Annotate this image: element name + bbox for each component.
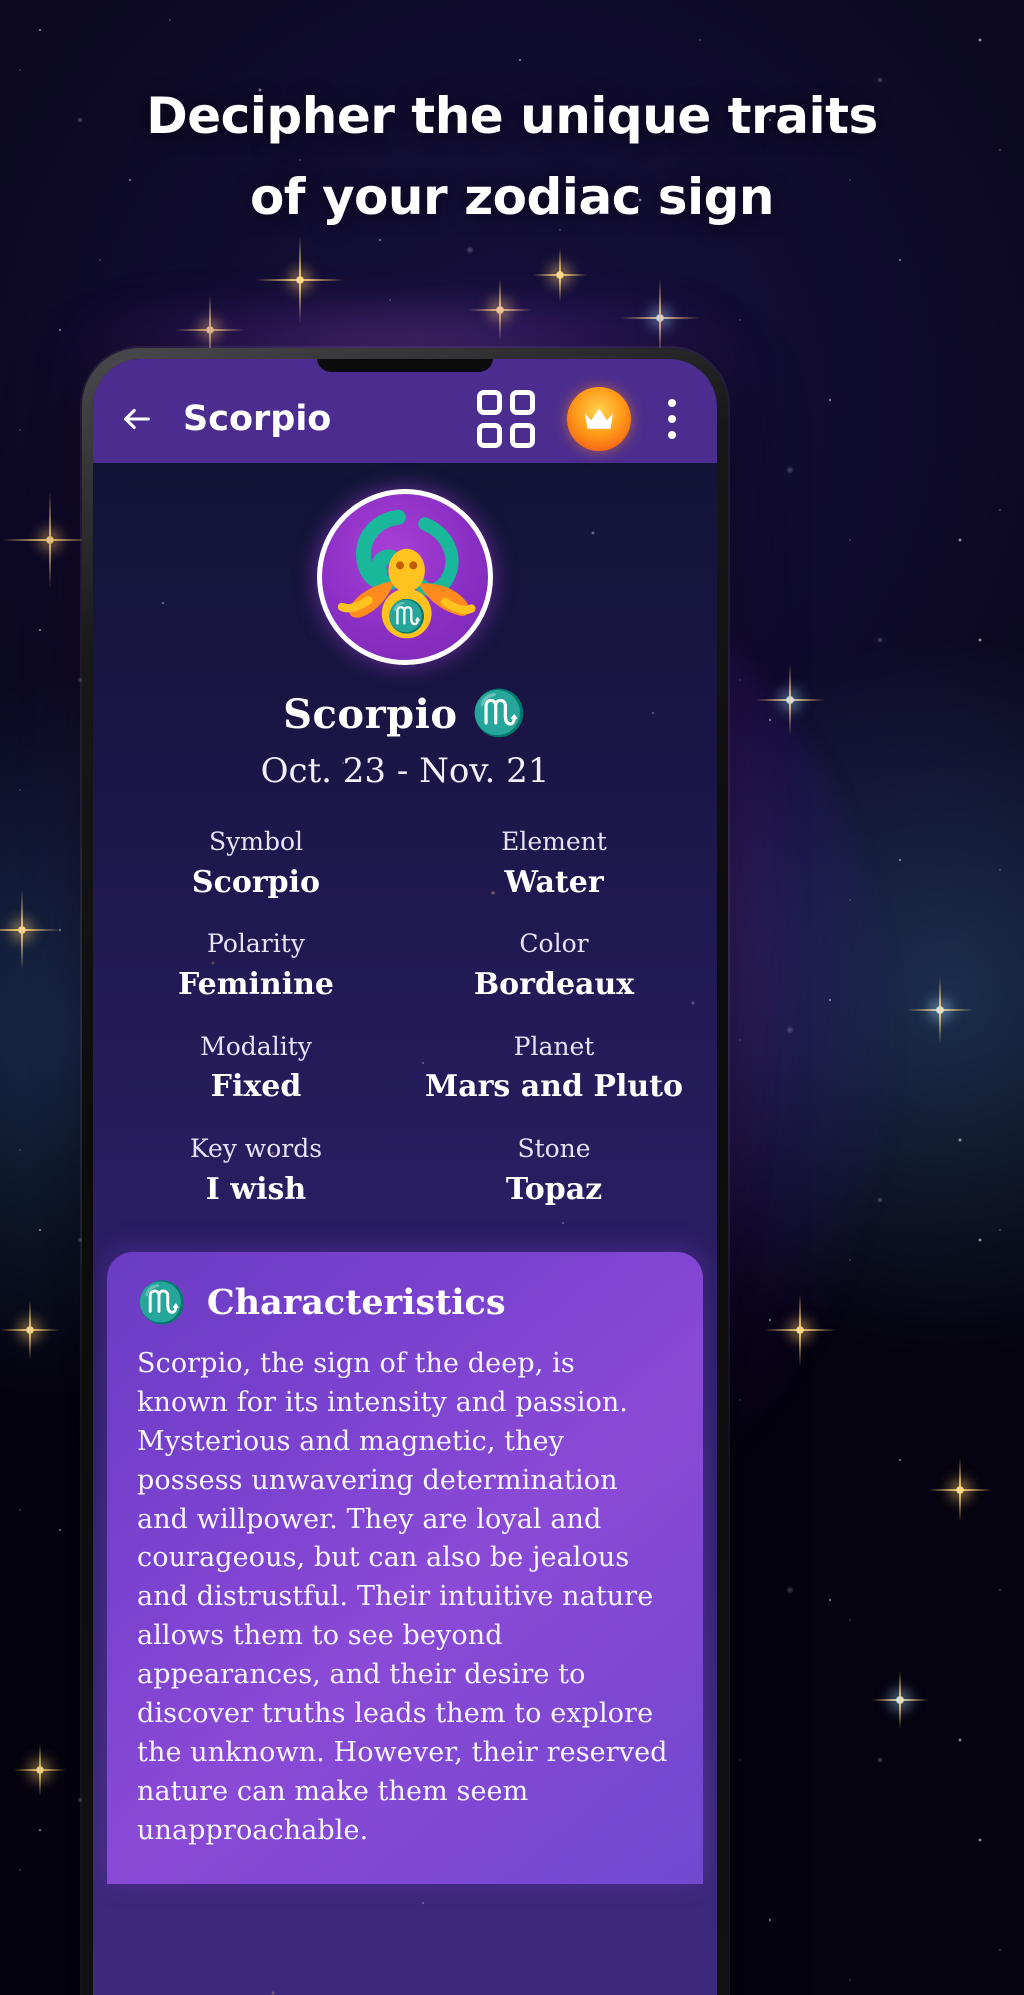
attribute-item: Planet Mars and Pluto: [405, 1030, 703, 1108]
attribute-grid: Symbol Scorpio Element Water Polarity Fe…: [93, 825, 717, 1210]
back-icon[interactable]: [115, 397, 159, 441]
grid-icon[interactable]: [477, 390, 535, 448]
attribute-label: Planet: [513, 1031, 595, 1061]
attribute-value: Scorpio: [191, 864, 321, 900]
sign-name-heading: Scorpio ♏: [93, 687, 717, 739]
attribute-label: Polarity: [207, 929, 305, 959]
characteristics-title: Characteristics: [206, 1282, 506, 1323]
characteristics-body: Scorpio, the sign of the deep, is known …: [137, 1348, 668, 1846]
attribute-label: Stone: [517, 1133, 591, 1163]
menu-dot: [668, 399, 676, 407]
attribute-item: Polarity Feminine: [107, 927, 405, 1005]
phone-mockup: Scorpio ♏ Scorpio ♏ Oct. 23 - Nov. 21 Sy…: [82, 348, 728, 1995]
scorpio-glyph-icon: ♏: [137, 1279, 187, 1326]
menu-dot: [668, 431, 676, 439]
attribute-item: Modality Fixed: [107, 1030, 405, 1108]
sign-glyph-icon: ♏: [471, 688, 527, 739]
emblem-container: ♏: [93, 463, 717, 665]
characteristics-card: ♏ Characteristics Scorpio, the sign of t…: [107, 1252, 703, 1885]
attribute-value: Topaz: [505, 1171, 603, 1207]
scorpio-emblem-icon: ♏: [317, 489, 493, 665]
attribute-value: Bordeaux: [473, 967, 635, 1002]
attribute-item: Color Bordeaux: [405, 927, 703, 1005]
page-title: Scorpio: [183, 399, 332, 439]
app-bar: Scorpio: [93, 359, 717, 463]
phone-screen: Scorpio ♏ Scorpio ♏ Oct. 23 - Nov. 21 Sy…: [93, 359, 717, 1995]
characteristics-header: ♏ Characteristics: [137, 1282, 673, 1323]
sign-detail-body: ♏ Scorpio ♏ Oct. 23 - Nov. 21 Symbol Scor…: [93, 463, 717, 1995]
headline-line-1: Decipher the unique traits: [146, 87, 878, 145]
promo-screenshot: Decipher the unique traits of your zodia…: [0, 0, 1024, 1995]
grid-cell: [510, 423, 535, 448]
attribute-label: Key words: [189, 1133, 323, 1163]
menu-dot: [668, 415, 676, 423]
attribute-value: Mars and Pluto: [424, 1069, 684, 1105]
attribute-value: I wish: [205, 1171, 307, 1207]
premium-crown-button[interactable]: [567, 387, 631, 451]
headline-line-2: of your zodiac sign: [249, 168, 775, 226]
attribute-value: Feminine: [178, 967, 334, 1002]
grid-cell: [510, 390, 535, 415]
attribute-label: Symbol: [208, 827, 303, 856]
sign-date-range: Oct. 23 - Nov. 21: [260, 751, 550, 791]
attribute-value: Water: [504, 864, 604, 900]
attribute-item: Element Water: [405, 825, 703, 903]
overflow-menu-icon[interactable]: [649, 390, 695, 448]
phone-notch: [317, 359, 493, 372]
attribute-item: Key words I wish: [107, 1132, 405, 1210]
attribute-item: Stone Topaz: [405, 1132, 703, 1210]
grid-cell: [477, 423, 502, 448]
attribute-label: Element: [501, 827, 607, 856]
grid-cell: [477, 390, 502, 415]
attribute-label: Color: [519, 929, 589, 959]
attribute-value: Fixed: [210, 1069, 302, 1105]
sign-name: Scorpio: [283, 691, 458, 738]
attribute-item: Symbol Scorpio: [107, 825, 405, 903]
attribute-label: Modality: [200, 1031, 312, 1061]
svg-text:♏: ♏: [387, 598, 426, 635]
promo-headline: Decipher the unique traits of your zodia…: [0, 76, 1024, 238]
